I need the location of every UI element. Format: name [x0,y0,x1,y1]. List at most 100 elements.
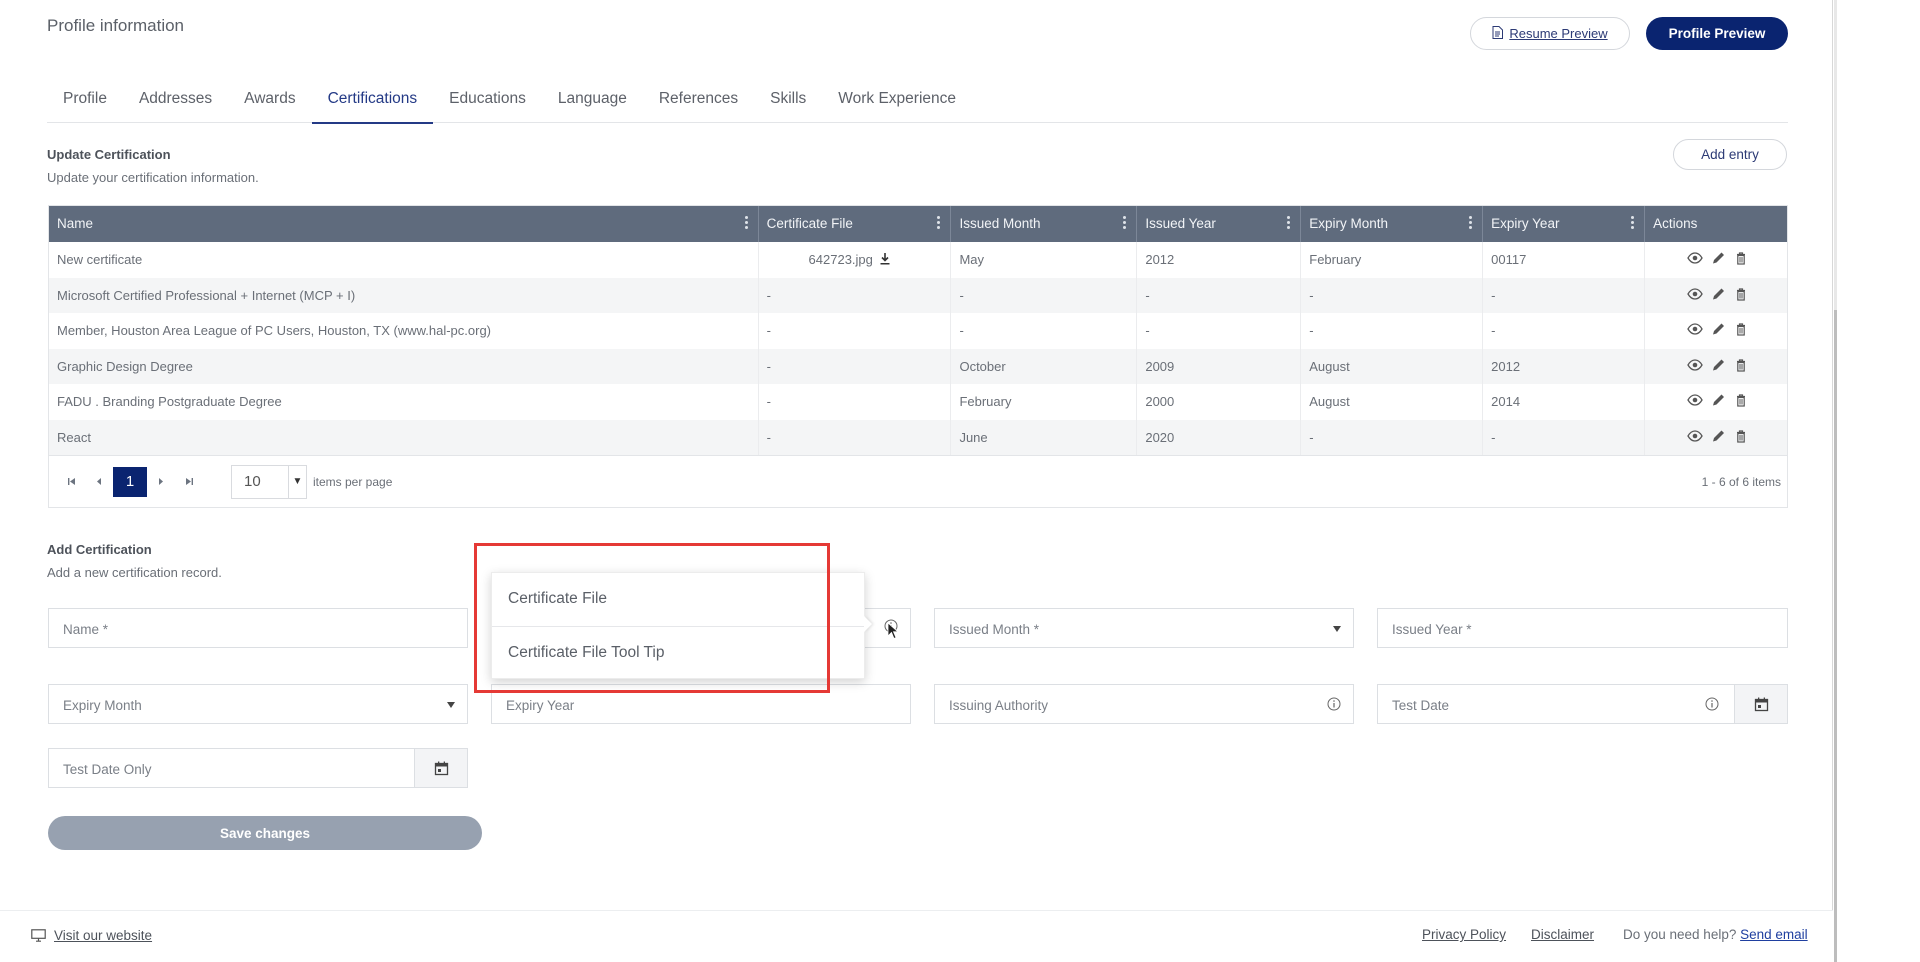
cell-expiry-month: - [1301,277,1484,313]
edit-icon[interactable] [1710,358,1726,372]
column-header-issued-month[interactable]: Issued Month [951,206,1138,242]
popup-item-certificate-file-tool-tip[interactable]: Certificate File Tool Tip [492,626,864,679]
column-menu-icon[interactable] [937,216,941,230]
tab-awards[interactable]: Awards [228,84,311,123]
delete-icon[interactable] [1733,429,1749,443]
view-icon[interactable] [1687,322,1703,336]
cell-issued-month: - [951,313,1138,349]
column-menu-icon[interactable] [1123,216,1127,230]
test-date-only-field[interactable]: Test Date Only [48,748,468,788]
edit-icon[interactable] [1710,322,1726,336]
next-page-button[interactable] [147,468,175,496]
info-icon[interactable] [1705,697,1719,711]
cell-expiry-year: 2012 [1483,348,1646,384]
grid-header: Name Certificate File Issued Month Issue… [49,206,1787,242]
cell-certificate-file: - [759,419,952,455]
cell-actions [1645,384,1787,420]
delete-icon[interactable] [1733,358,1749,372]
calendar-button[interactable] [414,748,468,788]
visit-website-link-group[interactable]: Visit our website [31,928,152,943]
expiry-year-field[interactable]: Expiry Year [491,684,911,724]
resume-preview-button[interactable]: Resume Preview [1470,17,1630,50]
column-header-name[interactable]: Name [49,206,759,242]
column-header-expiry-year[interactable]: Expiry Year [1483,206,1646,242]
tab-profile[interactable]: Profile [47,84,123,123]
column-menu-icon[interactable] [744,216,748,230]
tab-certifications[interactable]: Certifications [311,84,434,124]
cell-issued-month: February [951,384,1138,420]
calendar-icon [1754,697,1768,711]
column-menu-icon[interactable] [1469,216,1473,230]
previous-page-button[interactable] [85,468,113,496]
name-field[interactable]: Name * [48,608,468,648]
page-size-select[interactable]: 10 ▼ [231,464,307,499]
chevron-down-icon [447,702,455,708]
view-icon[interactable] [1687,287,1703,301]
last-page-button[interactable] [175,468,203,496]
table-row: React - June 2020- - [49,419,1787,455]
issuing-authority-field[interactable]: Issuing Authority [934,684,1354,724]
delete-icon[interactable] [1733,287,1749,301]
page-number-current[interactable]: 1 [113,466,147,497]
view-icon[interactable] [1687,251,1703,265]
expiry-month-select[interactable]: Expiry Month [48,684,468,724]
page-size-value: 10 [244,473,261,490]
download-icon[interactable] [879,252,891,278]
column-menu-icon[interactable] [1631,216,1635,230]
calendar-icon [434,761,448,775]
test-date-field[interactable]: Test Date [1377,684,1788,724]
issued-month-placeholder: Issued Month * [949,622,1040,637]
send-email-link[interactable]: Send email [1740,927,1808,942]
cell-actions [1645,313,1787,349]
chevron-down-icon: ▼ [288,465,306,498]
edit-icon[interactable] [1710,393,1726,407]
tab-work-experience[interactable]: Work Experience [822,84,972,123]
issued-year-field[interactable]: Issued Year * [1377,608,1788,648]
cell-expiry-year: - [1483,313,1646,349]
cell-name: React [49,419,759,455]
table-row: Graphic Design Degree - October 2009 August 2… [49,348,1787,384]
disclaimer-link[interactable]: Disclaimer [1531,927,1594,942]
info-icon[interactable] [1327,697,1341,711]
cell-certificate-file: - [759,277,952,313]
tab-educations[interactable]: Educations [433,84,542,123]
view-icon[interactable] [1687,393,1703,407]
test-date-placeholder: Test Date [1392,698,1450,713]
edit-icon[interactable] [1710,251,1726,265]
view-icon[interactable] [1687,358,1703,372]
scrollbar-thumb[interactable] [1834,310,1837,962]
column-header-label: Issued Month [959,216,1041,231]
column-header-expiry-month[interactable]: Expiry Month [1301,206,1484,242]
column-menu-icon[interactable] [1287,216,1291,230]
issued-month-select[interactable]: Issued Month * [934,608,1354,648]
profile-preview-button[interactable]: Profile Preview [1646,17,1788,50]
add-entry-button[interactable]: Add entry [1673,139,1787,170]
cell-expiry-year: 2014 [1483,384,1646,420]
issued-year-placeholder: Issued Year * [1392,622,1472,637]
privacy-policy-link[interactable]: Privacy Policy [1422,927,1506,942]
column-header-issued-year[interactable]: Issued Year [1137,206,1302,242]
cell-actions [1645,242,1787,278]
tab-references[interactable]: References [643,84,754,123]
tab-skills[interactable]: Skills [754,84,822,123]
delete-icon[interactable] [1733,393,1749,407]
issuing-authority-placeholder: Issuing Authority [949,698,1049,713]
edit-icon[interactable] [1710,287,1726,301]
tab-language[interactable]: Language [542,84,643,123]
popup-item-certificate-file[interactable]: Certificate File [492,573,864,626]
cell-expiry-month: February [1301,242,1484,278]
column-header-label: Name [57,216,94,231]
tab-addresses[interactable]: Addresses [123,84,228,123]
last-page-icon [185,478,193,485]
column-header-certificate-file[interactable]: Certificate File [759,206,952,242]
delete-icon[interactable] [1733,251,1749,265]
first-page-button[interactable] [57,468,85,496]
save-changes-button[interactable]: Save changes [48,816,482,850]
calendar-button[interactable] [1734,684,1788,724]
edit-icon[interactable] [1710,429,1726,443]
view-icon[interactable] [1687,429,1703,443]
visit-website-link[interactable]: Visit our website [54,928,152,943]
cell-expiry-month: - [1301,313,1484,349]
delete-icon[interactable] [1733,322,1749,336]
table-row: FADU . Branding Postgraduate Degree - Febr… [49,384,1787,420]
